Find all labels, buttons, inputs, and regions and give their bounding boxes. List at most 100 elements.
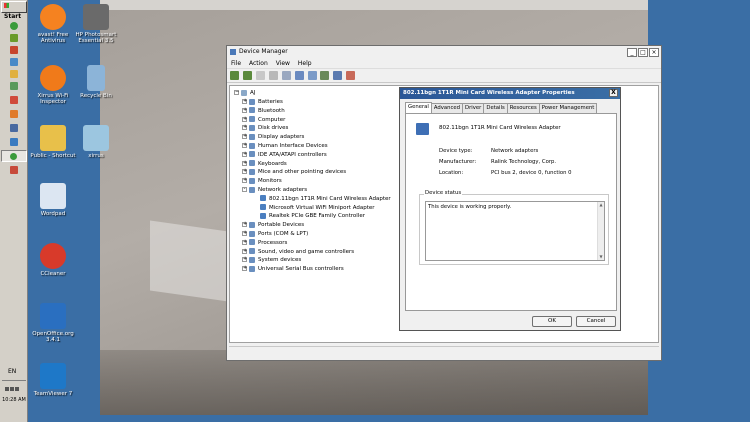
expand-icon[interactable]: +	[242, 248, 247, 254]
view-icon[interactable]	[307, 71, 317, 80]
volume-tray-icon[interactable]	[10, 387, 14, 391]
tree-category[interactable]: + Processors	[242, 239, 287, 248]
network-tray-icon[interactable]	[5, 387, 9, 391]
tree-category[interactable]: + Bluetooth	[242, 107, 285, 116]
expand-icon[interactable]: +	[242, 257, 247, 263]
expand-icon[interactable]: +	[242, 231, 247, 236]
properties-titlebar[interactable]: 802.11bgn 1T1R Mini Card Wireless Adapte…	[400, 88, 620, 99]
tab-resources[interactable]: Resources	[506, 103, 540, 113]
maximize-button[interactable]: □	[638, 48, 648, 57]
properties-icon[interactable]	[281, 71, 291, 80]
desktop-icon-recycle-bin[interactable]: Recycle Bin	[72, 65, 120, 99]
back-icon[interactable]	[230, 71, 239, 80]
collapse-icon[interactable]: −	[234, 90, 239, 95]
update-driver-icon[interactable]	[333, 71, 343, 80]
expand-icon[interactable]: +	[242, 160, 247, 166]
tree-category[interactable]: + Ports (COM & LPT)	[242, 230, 308, 239]
desktop-icon-xirrus[interactable]: Xirrus Wi-Fi Inspector	[29, 65, 77, 105]
tree-category[interactable]: + System devices	[242, 256, 301, 265]
tree-category[interactable]: + Computer	[242, 116, 285, 125]
desktop-icon-public[interactable]: Public - Shortcut	[29, 125, 77, 159]
app-quicklaunch-icon[interactable]	[10, 138, 18, 146]
desktop-icon-teamviewer[interactable]: TeamViewer 7	[29, 363, 77, 397]
scroll-up-icon[interactable]: ▲	[598, 202, 604, 208]
tab-advanced[interactable]: Advanced	[430, 103, 464, 113]
scan-hardware-icon[interactable]	[320, 71, 330, 80]
tray-icons[interactable]	[5, 386, 23, 392]
desktop-icon-ccleaner[interactable]: CCleaner	[29, 243, 77, 277]
tray-clock[interactable]: 10:28 AM	[1, 397, 27, 403]
tree-device-item[interactable]: Microsoft Virtual WiFi Miniport Adapter	[260, 204, 375, 213]
folder-quicklaunch-icon[interactable]	[10, 70, 18, 78]
desktop-icon-openoffice[interactable]: OpenOffice.org 3.4.1	[29, 303, 77, 343]
tab-power-management[interactable]: Power Management	[538, 103, 598, 113]
expand-icon[interactable]: +	[242, 116, 247, 122]
tree-category[interactable]: + Portable Devices	[242, 221, 304, 230]
tree-category[interactable]: + Mice and other pointing devices	[242, 168, 346, 177]
desktop-icon-avast[interactable]: avast! Free Antivirus	[29, 4, 77, 44]
status-scrollbar[interactable]: ▲ ▼	[597, 202, 604, 260]
expand-icon[interactable]: +	[242, 99, 247, 104]
start-button[interactable]: Start	[1, 1, 27, 20]
menu-file[interactable]: File	[231, 58, 241, 69]
tree-device-item[interactable]: Realtek PCIe GBE Family Controller	[260, 212, 365, 221]
menu-help[interactable]: Help	[298, 58, 312, 69]
close-button[interactable]: ×	[649, 48, 659, 57]
app-quicklaunch-icon[interactable]	[10, 96, 18, 104]
expand-icon[interactable]: +	[242, 169, 247, 175]
ok-button[interactable]: OK	[532, 316, 572, 327]
tree-category[interactable]: + Batteries	[242, 98, 283, 107]
app-quicklaunch-icon[interactable]	[10, 58, 18, 66]
scroll-down-icon[interactable]: ▼	[598, 254, 604, 260]
expand-icon[interactable]: +	[242, 266, 247, 272]
taskbar-device-manager-button[interactable]	[1, 150, 27, 162]
device-manager-titlebar[interactable]: Device Manager _ □ ×	[227, 46, 661, 58]
tree-category[interactable]: + Universal Serial Bus controllers	[242, 265, 344, 274]
tree-category[interactable]: - Network adapters	[242, 186, 307, 195]
tree-root[interactable]: − AJ	[234, 89, 255, 98]
show-hide-tree-icon[interactable]	[268, 71, 278, 80]
tree-category[interactable]: + IDE ATA/ATAPI controllers	[242, 151, 327, 160]
tree-category[interactable]: + Sound, video and game controllers	[242, 248, 354, 257]
language-indicator[interactable]: EN	[8, 368, 16, 375]
device-status-text[interactable]: This device is working properly. ▲ ▼	[425, 201, 605, 261]
expand-icon[interactable]: +	[242, 222, 247, 228]
cancel-button[interactable]: Cancel	[576, 316, 616, 327]
tree-category[interactable]: + Display adapters	[242, 133, 304, 142]
forward-icon[interactable]	[242, 71, 252, 80]
expand-icon[interactable]: +	[242, 151, 247, 157]
up-icon[interactable]	[255, 71, 265, 80]
expand-icon[interactable]: +	[242, 107, 247, 113]
tree-device-item[interactable]: 802.11bgn 1T1R Mini Card Wireless Adapte…	[260, 195, 391, 204]
expand-icon[interactable]: +	[242, 125, 247, 131]
disable-device-icon[interactable]	[346, 71, 356, 80]
flag-tray-icon[interactable]	[15, 387, 19, 391]
menu-view[interactable]: View	[276, 58, 290, 69]
app-quicklaunch-icon[interactable]	[10, 82, 18, 90]
minimize-button[interactable]: _	[627, 48, 637, 57]
app-quicklaunch-icon[interactable]	[10, 110, 18, 118]
app-quicklaunch-icon[interactable]	[10, 34, 18, 42]
tree-category[interactable]: + Keyboards	[242, 160, 287, 169]
desktop-icon-hp-photosmart[interactable]: HP Photosmart Essential 3.5	[72, 4, 120, 44]
app-quicklaunch-icon[interactable]	[10, 166, 18, 174]
help-icon[interactable]	[294, 71, 304, 80]
desktop-icon-wordpad[interactable]: Wordpad	[29, 183, 77, 217]
app-quicklaunch-icon[interactable]	[10, 46, 18, 54]
close-icon[interactable]: X	[609, 89, 618, 97]
expand-icon[interactable]: +	[242, 134, 247, 140]
tree-category[interactable]: + Disk drives	[242, 124, 288, 133]
app-quicklaunch-icon[interactable]	[10, 124, 18, 132]
desktop-icon-xirrus-image[interactable]: xirrus	[72, 125, 120, 159]
chrome-quicklaunch-icon[interactable]	[10, 22, 18, 30]
tab-general[interactable]: General	[405, 102, 432, 113]
menu-action[interactable]: Action	[249, 58, 268, 69]
expand-icon[interactable]: +	[242, 178, 247, 184]
expand-icon[interactable]: +	[242, 239, 247, 245]
collapse-icon[interactable]: -	[242, 187, 247, 192]
tree-category[interactable]: + Monitors	[242, 177, 282, 186]
tab-details[interactable]: Details	[483, 103, 508, 113]
expand-icon[interactable]: +	[242, 143, 247, 148]
tree-category[interactable]: + Human Interface Devices	[242, 142, 328, 151]
tab-driver[interactable]: Driver	[462, 103, 485, 113]
